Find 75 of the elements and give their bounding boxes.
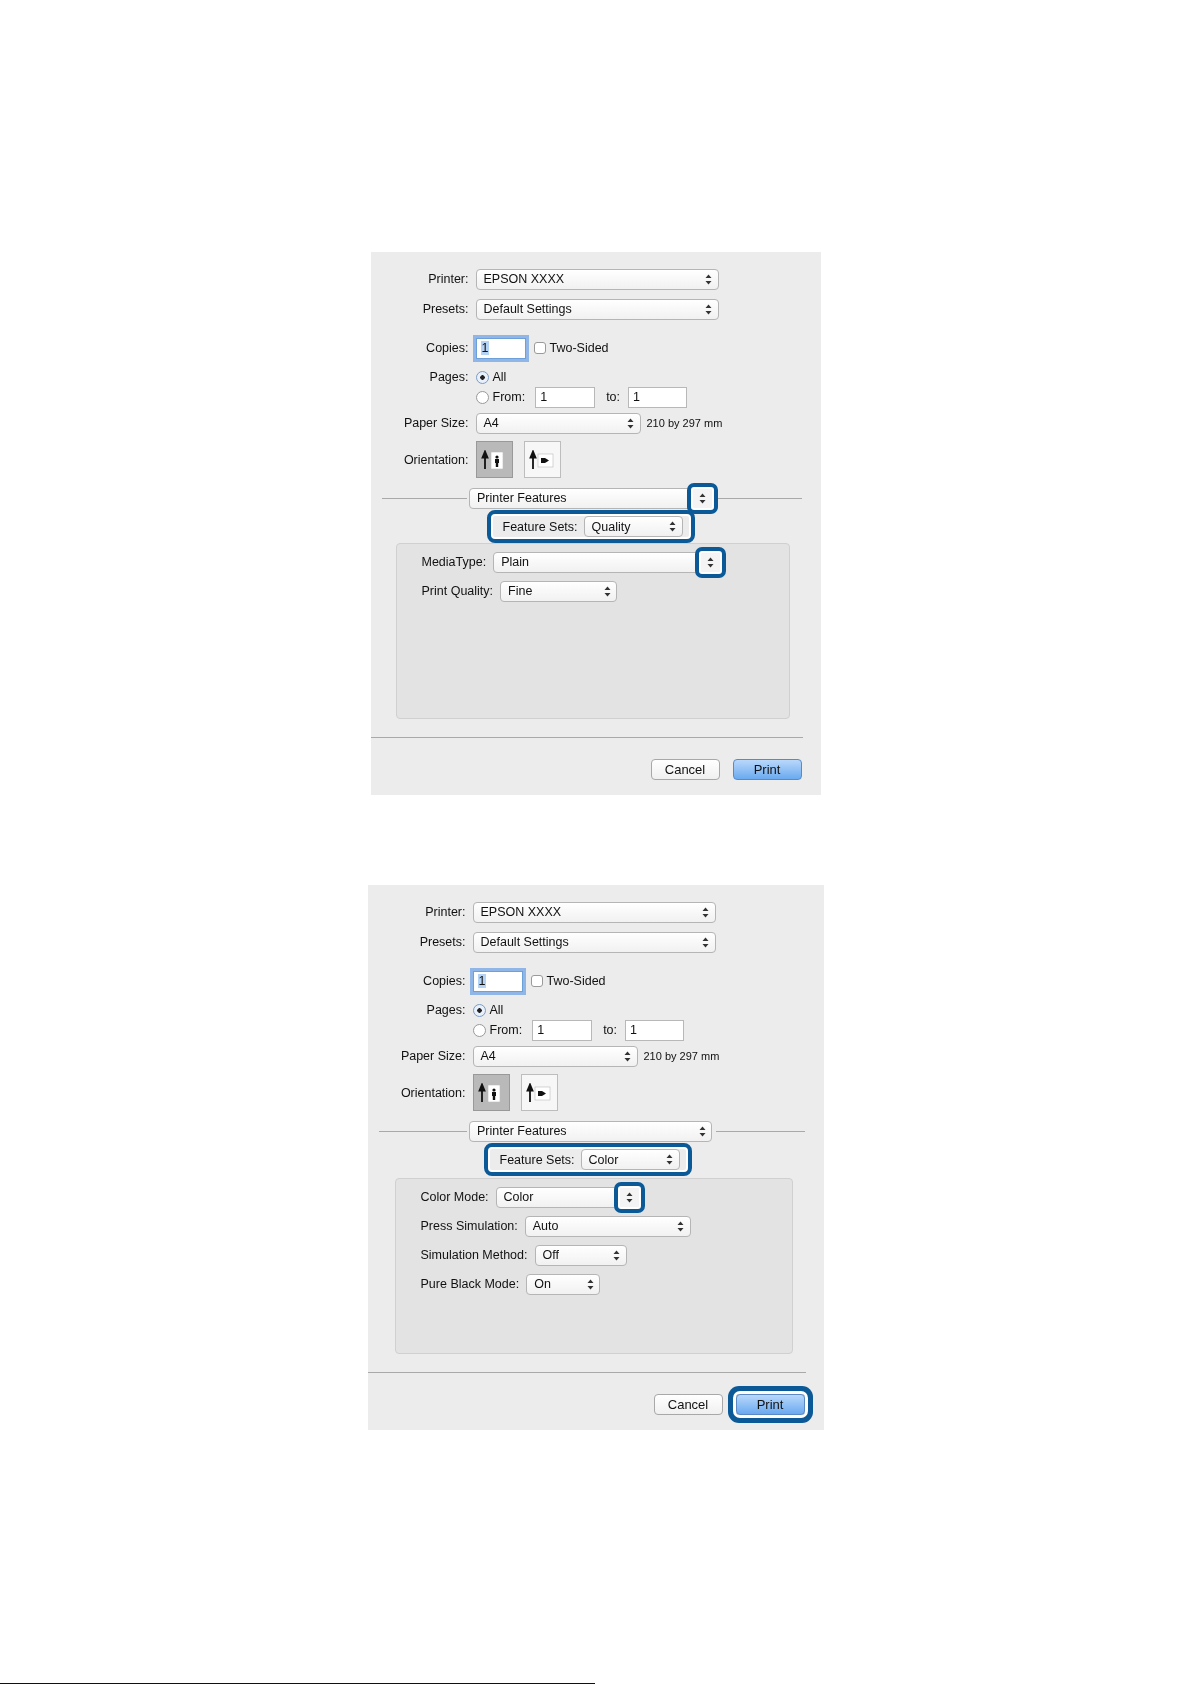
radio-button[interactable] bbox=[475, 370, 489, 384]
field-label: Print Quality: bbox=[421, 584, 494, 598]
landscape-button[interactable] bbox=[520, 1074, 558, 1111]
updown-arrows-icon bbox=[707, 556, 715, 568]
landscape-page-icon bbox=[526, 1082, 552, 1103]
portrait-button[interactable] bbox=[472, 1074, 510, 1111]
popup-button[interactable]: A4 bbox=[475, 412, 641, 434]
updown-arrows-icon bbox=[666, 1154, 674, 1165]
field-label: Printer: bbox=[427, 272, 469, 286]
landscape-button[interactable] bbox=[523, 441, 561, 478]
field-label: Pages: bbox=[425, 1003, 466, 1017]
checkbox[interactable] bbox=[530, 975, 543, 987]
popup-button[interactable]: EPSON XXXX bbox=[472, 901, 716, 923]
updown-arrows-icon bbox=[669, 521, 677, 532]
landscape-page-icon bbox=[529, 449, 555, 470]
popup-button[interactable]: EPSON XXXX bbox=[475, 268, 719, 290]
radio-button[interactable] bbox=[472, 1023, 486, 1037]
updown-arrows-icon bbox=[627, 417, 634, 429]
updown-arrows-icon bbox=[705, 273, 712, 285]
checkbox-label: Two-Sided bbox=[549, 341, 609, 355]
field-label: to: bbox=[606, 390, 621, 404]
field-label: Paper Size: bbox=[399, 1049, 466, 1063]
popup-button[interactable]: Color bbox=[580, 1149, 680, 1170]
popup-button[interactable]: Default Settings bbox=[475, 298, 719, 320]
from-field[interactable]: 1 bbox=[532, 1019, 593, 1041]
to-field[interactable]: 1 bbox=[628, 386, 688, 408]
popup-button[interactable]: A4 bbox=[472, 1045, 638, 1067]
field-label: Pure Black Mode: bbox=[420, 1277, 520, 1291]
field-label: Pages: bbox=[428, 370, 469, 384]
field-label: Paper Size: bbox=[402, 416, 469, 430]
updown-arrows-icon bbox=[624, 1050, 631, 1062]
updown-arrows-icon bbox=[625, 1191, 633, 1203]
field-label: Copies: bbox=[425, 341, 469, 355]
field-label: Press Simulation: bbox=[420, 1219, 518, 1233]
popup-button[interactable]: Quality bbox=[583, 516, 683, 537]
field-label: Color Mode: bbox=[420, 1190, 489, 1204]
to-field[interactable]: 1 bbox=[625, 1019, 685, 1041]
popup-button[interactable]: Default Settings bbox=[472, 931, 716, 953]
popup-button[interactable]: Printer Features bbox=[469, 1120, 712, 1142]
cancel-button[interactable]: Cancel bbox=[650, 758, 720, 780]
popup-button[interactable]: On bbox=[526, 1273, 601, 1295]
field-label: Simulation Method: bbox=[420, 1248, 528, 1262]
cancel-button[interactable]: Cancel bbox=[653, 1393, 723, 1415]
copies-field[interactable]: 1 bbox=[475, 337, 526, 359]
field-label: Feature Sets: bbox=[502, 519, 578, 534]
field-label: Copies: bbox=[422, 974, 466, 988]
radio-button[interactable] bbox=[475, 390, 489, 404]
field-label: to: bbox=[603, 1023, 618, 1037]
radio-button[interactable] bbox=[472, 1003, 486, 1017]
updown-arrows-icon bbox=[699, 492, 706, 504]
field-label: Orientation: bbox=[399, 1085, 466, 1100]
updown-arrows-icon bbox=[702, 936, 709, 948]
popup-button[interactable]: Fine bbox=[500, 580, 618, 602]
field-label: Orientation: bbox=[402, 452, 469, 467]
updown-arrows-icon bbox=[705, 303, 712, 315]
updown-arrows-icon bbox=[702, 906, 709, 918]
radio-label: All bbox=[492, 370, 507, 384]
from-field[interactable]: 1 bbox=[535, 386, 596, 408]
radio-label: All bbox=[489, 1003, 504, 1017]
print-button[interactable]: Print bbox=[732, 758, 802, 780]
field-label: MediaType: bbox=[421, 555, 487, 569]
checkbox[interactable] bbox=[533, 342, 546, 354]
field-label: Presets: bbox=[421, 302, 469, 316]
checkbox-label: Two-Sided bbox=[546, 974, 606, 988]
radio-label: From: bbox=[489, 1023, 523, 1037]
field-label: Feature Sets: bbox=[499, 1152, 575, 1167]
field-label: Printer: bbox=[424, 905, 466, 919]
popup-button[interactable]: Off bbox=[534, 1244, 627, 1266]
portrait-button[interactable] bbox=[475, 441, 513, 478]
paper-size-note: 210 by 297 mm bbox=[646, 417, 723, 429]
copies-field[interactable]: 1 bbox=[472, 970, 523, 992]
popup-button[interactable]: Auto bbox=[524, 1215, 691, 1237]
field-label: Presets: bbox=[418, 935, 466, 949]
paper-size-note: 210 by 297 mm bbox=[643, 1050, 720, 1062]
radio-label: From: bbox=[492, 390, 526, 404]
